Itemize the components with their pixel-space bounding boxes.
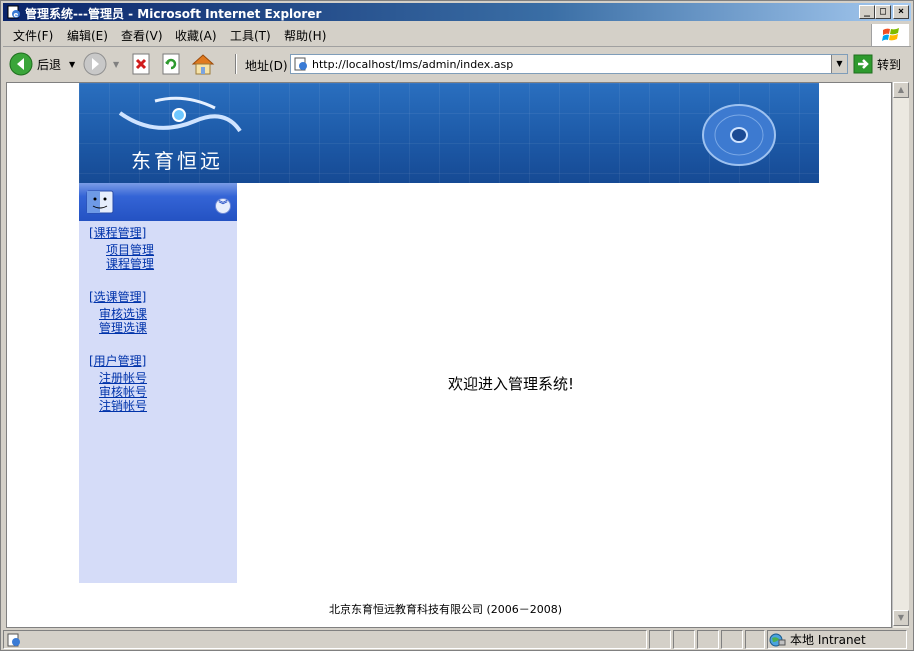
status-bar: 本地 Intranet	[3, 629, 911, 650]
swirl-logo-icon	[118, 96, 242, 133]
home-icon	[191, 54, 215, 75]
collapse-chevron-icon[interactable]: ︾	[215, 198, 231, 214]
footer-copyright: 北京东育恒远教育科技有限公司 (2006－2008)	[329, 603, 563, 616]
address-bar[interactable]: ▼	[290, 54, 848, 74]
address-label: 地址(D)	[245, 59, 288, 73]
sidebar-header: ︾	[79, 183, 237, 221]
menu-help[interactable]: 帮助(H)	[284, 27, 326, 44]
address-dropdown[interactable]: ▼	[831, 55, 847, 73]
status-text-area	[3, 630, 647, 649]
site-banner: 东育恒远	[79, 83, 819, 183]
sidebar: ︾ [课程管理] 项目管理 课程管理 [选课管理] 审核选课 管理选课 [用户管…	[79, 183, 237, 583]
menu-tools[interactable]: 工具(T)	[230, 27, 271, 44]
link-cancel-account[interactable]: 注销帐号	[99, 397, 147, 414]
window-title: 管理系统---管理员 - Microsoft Internet Explorer	[25, 7, 322, 21]
forward-button[interactable]	[83, 52, 107, 76]
toolbar: 后退 ▼ ▼ 地址(D) http://localhost/lms/admin/…	[3, 48, 911, 80]
status-cell	[649, 630, 671, 649]
welcome-message: 欢迎进入管理系统!	[448, 375, 575, 393]
group-course-management[interactable]: [课程管理]	[89, 224, 146, 241]
go-button[interactable]: 转到	[853, 54, 901, 74]
vertical-scrollbar[interactable]: ▲ ▼	[892, 82, 909, 628]
browser-window: e 管理系统---管理员 - Microsoft Internet Explor…	[0, 0, 914, 651]
menu-edit[interactable]: 编辑(E)	[67, 27, 108, 44]
refresh-button[interactable]	[161, 52, 181, 76]
menu-view[interactable]: 查看(V)	[121, 27, 163, 44]
windows-flag-icon	[882, 28, 899, 41]
home-button[interactable]	[191, 52, 215, 76]
address-input[interactable]	[312, 57, 822, 71]
page-viewport: 东育恒远 ︾ [课程管理] 项目管理 课程管理 [选课管理] 审核选课 管理选课…	[6, 82, 892, 628]
link-course-management[interactable]: 课程管理	[106, 255, 154, 272]
ie-page-icon	[7, 633, 20, 647]
status-cell	[745, 630, 765, 649]
intranet-globe-icon	[769, 633, 786, 646]
ie-page-icon: e	[7, 5, 20, 19]
scroll-down-arrow-icon[interactable]: ▼	[893, 610, 909, 626]
back-label: 后退	[37, 57, 62, 72]
menu-file[interactable]: 文件(F)	[13, 27, 53, 44]
status-cell	[721, 630, 743, 649]
stop-button[interactable]	[131, 52, 151, 76]
group-selection-management[interactable]: [选课管理]	[89, 288, 146, 305]
back-arrow-icon	[9, 52, 33, 76]
title-bar[interactable]: e 管理系统---管理员 - Microsoft Internet Explor…	[3, 3, 911, 21]
menu-favorites[interactable]: 收藏(A)	[175, 27, 217, 44]
go-arrow-icon	[853, 54, 873, 74]
zone-label: 本地 Intranet	[790, 633, 866, 647]
ie-page-icon	[294, 57, 307, 71]
svg-text:e: e	[14, 11, 19, 19]
status-cell	[697, 630, 719, 649]
scroll-up-arrow-icon[interactable]: ▲	[893, 82, 909, 98]
back-dropdown[interactable]: ▼	[69, 52, 75, 76]
link-manage-selection[interactable]: 管理选课	[99, 319, 147, 336]
back-button[interactable]: 后退	[9, 52, 61, 76]
finder-face-icon	[86, 190, 114, 214]
close-button[interactable]: ×	[893, 5, 909, 19]
forward-dropdown[interactable]: ▼	[113, 52, 119, 76]
stop-icon	[132, 53, 150, 75]
logo-text: 东育恒远	[131, 149, 223, 173]
cd-disc-icon	[702, 104, 776, 166]
go-label: 转到	[877, 57, 902, 72]
minimize-button[interactable]: _	[859, 5, 875, 19]
maximize-button[interactable]: □	[875, 5, 891, 19]
group-user-management[interactable]: [用户管理]	[89, 352, 146, 369]
security-zone[interactable]: 本地 Intranet	[767, 630, 907, 649]
forward-arrow-icon	[83, 52, 107, 76]
menu-bar: 文件(F) 编辑(E) 查看(V) 收藏(A) 工具(T) 帮助(H)	[3, 23, 911, 47]
refresh-icon	[162, 53, 180, 75]
status-cell	[673, 630, 695, 649]
windows-logo	[871, 24, 909, 46]
toolbar-separator	[235, 54, 237, 74]
